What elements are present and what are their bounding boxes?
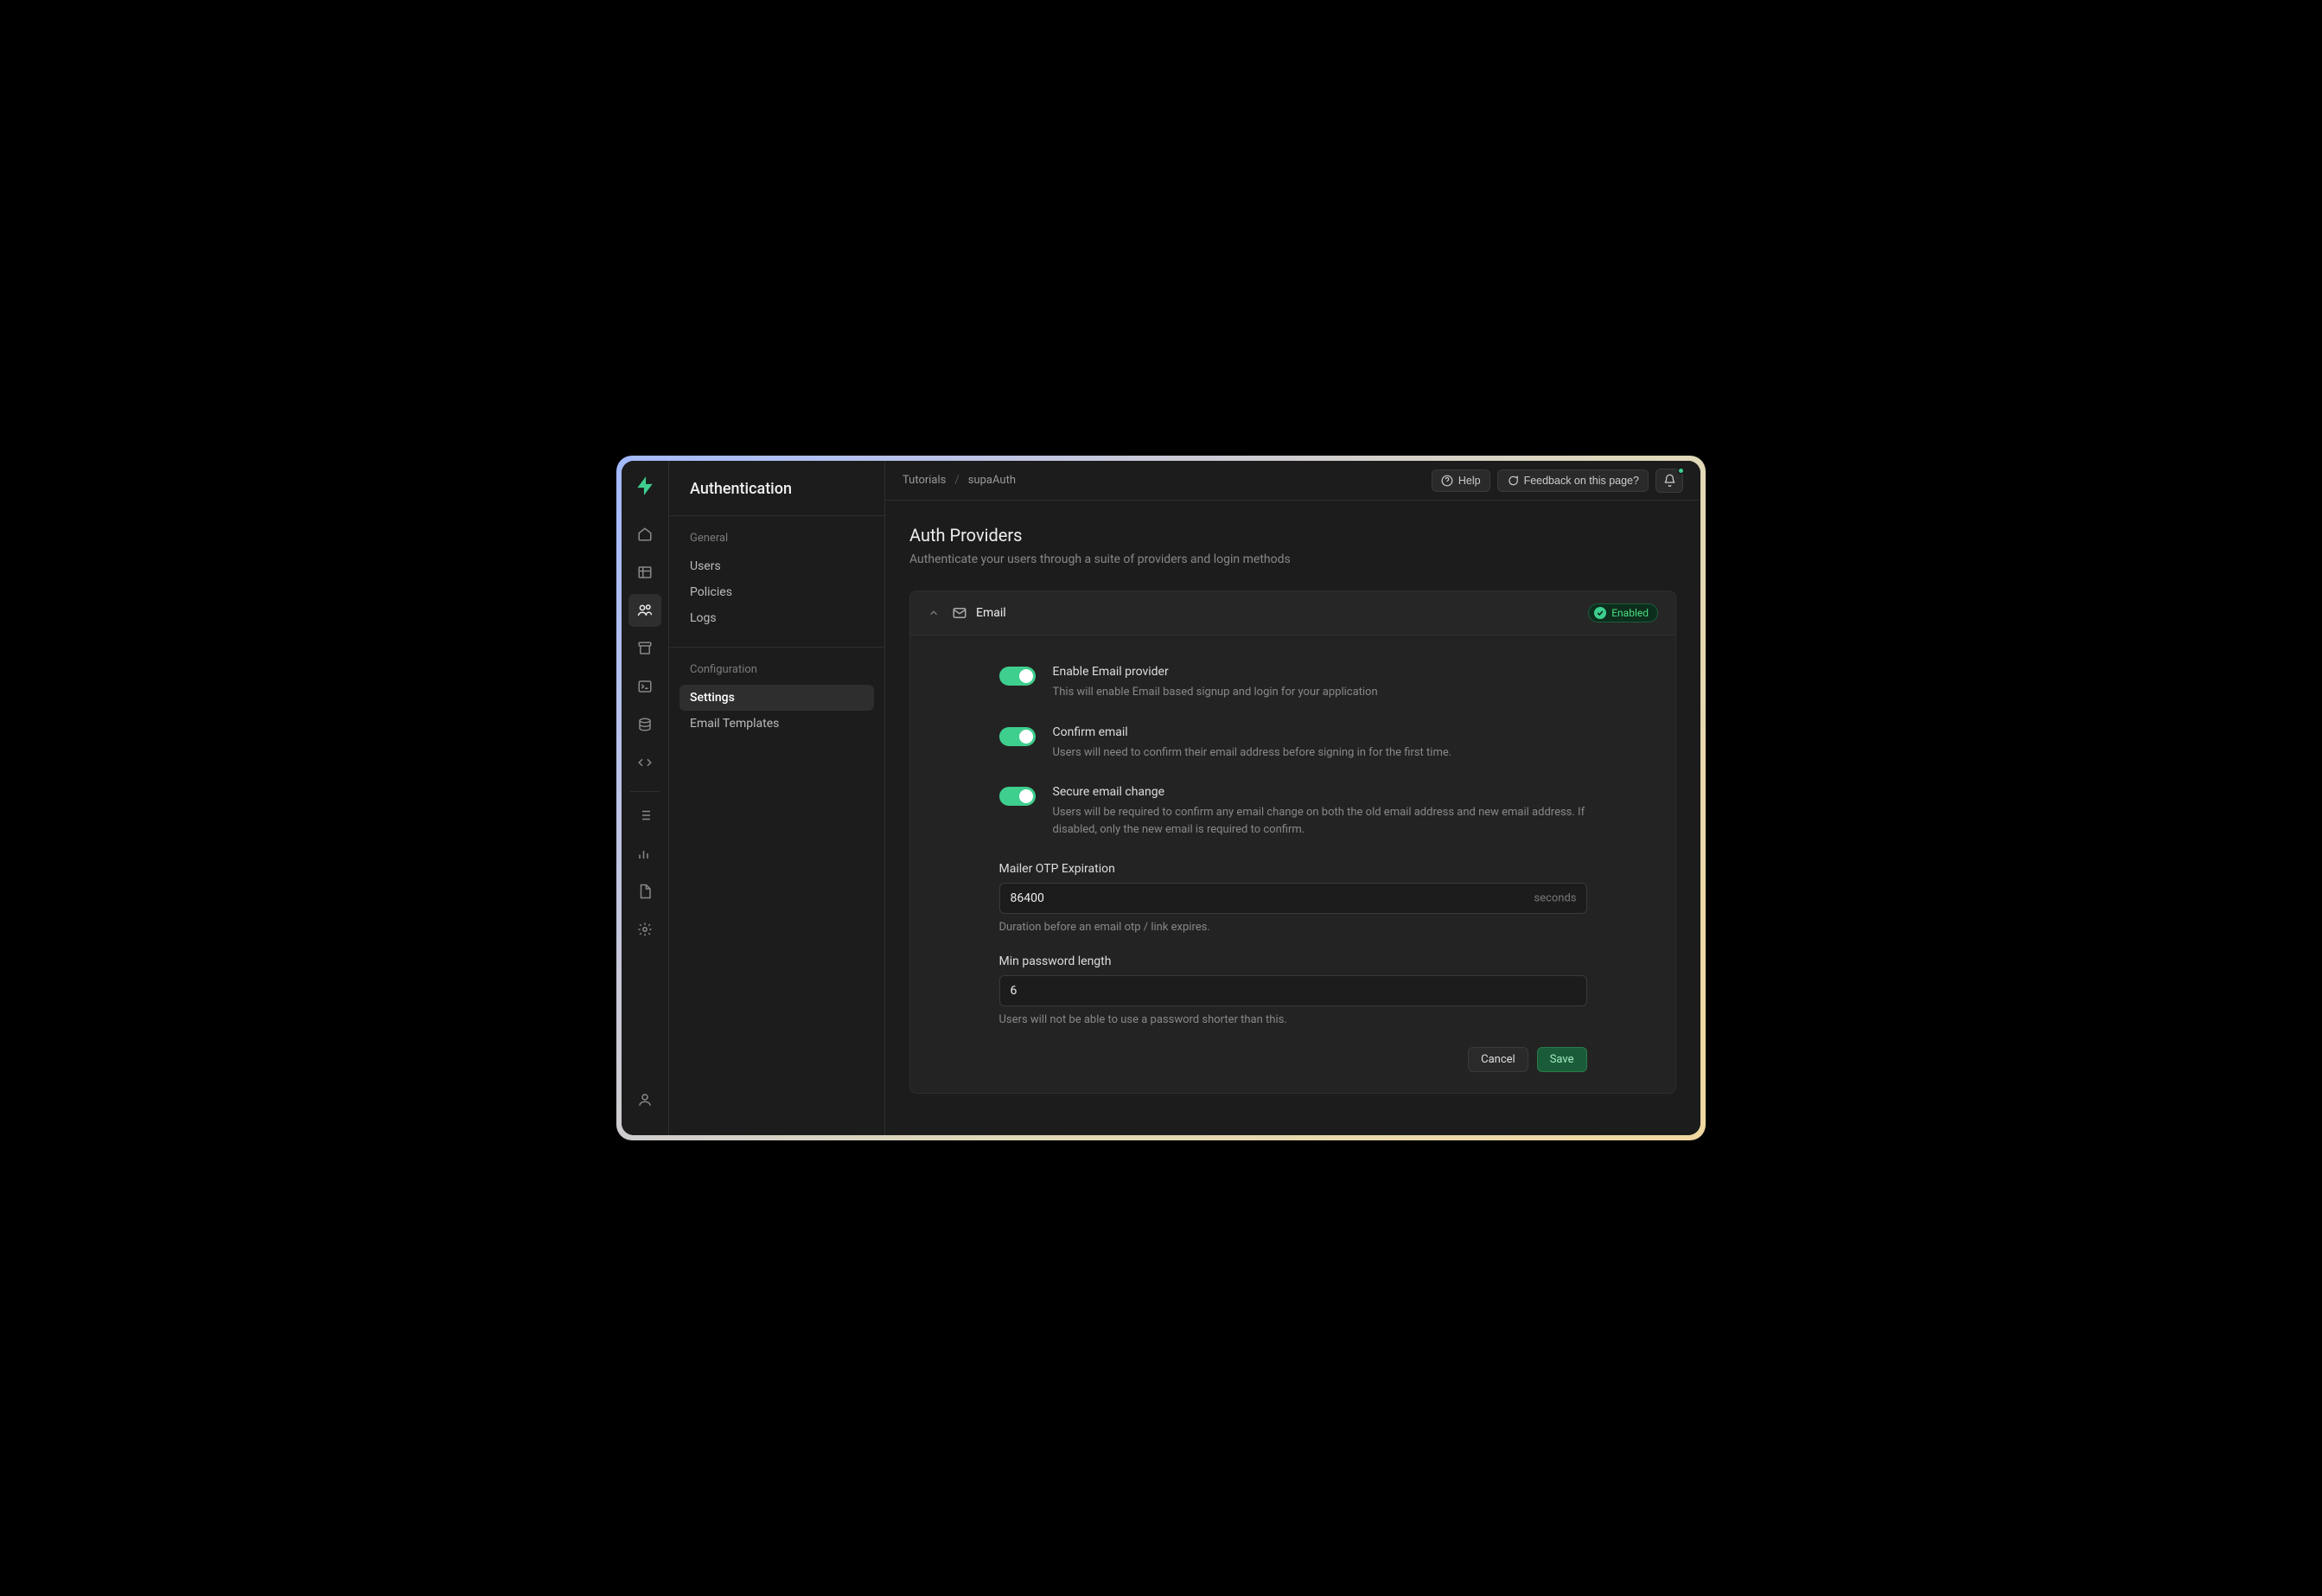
secure-change-label: Secure email change [1053,785,1587,799]
breadcrumb-root[interactable]: Tutorials [903,474,946,487]
minpass-input[interactable] [999,975,1587,1006]
nav-storage-icon[interactable] [628,632,661,665]
nav-account-icon[interactable] [628,1083,661,1116]
status-badge: Enabled [1588,603,1658,622]
minpass-hint: Users will not be able to use a password… [999,1013,1587,1026]
page-title: Auth Providers [909,525,1676,546]
otp-suffix: seconds [1534,892,1576,905]
email-icon [952,605,967,621]
help-icon [1441,475,1453,487]
bell-icon [1663,474,1676,487]
cancel-button[interactable]: Cancel [1468,1047,1528,1072]
otp-input[interactable] [999,883,1587,914]
sidebar: Authentication General Users Policies Lo… [669,461,885,1135]
confirm-email-desc: Users will need to confirm their email a… [1053,744,1452,762]
provider-header[interactable]: Email Enabled [910,591,1675,635]
enable-email-desc: This will enable Email based signup and … [1053,684,1378,701]
breadcrumb: Tutorials / supaAuth [903,474,1016,487]
nav-auth-icon[interactable] [628,594,661,627]
enable-email-label: Enable Email provider [1053,665,1378,679]
nav-code-icon[interactable] [628,746,661,779]
notification-dot [1677,467,1685,475]
secure-change-desc: Users will be required to confirm any em… [1053,804,1587,838]
nav-settings-icon[interactable] [628,913,661,946]
chevron-up-icon [928,607,940,619]
nav-home-icon[interactable] [628,518,661,551]
sidebar-section-config: Configuration [669,648,884,681]
sidebar-section-general: General [669,516,884,550]
nav-terminal-icon[interactable] [628,670,661,703]
sidebar-item-policies[interactable]: Policies [679,579,874,605]
toggle-enable-email[interactable] [999,667,1036,686]
chat-icon [1507,475,1519,487]
sidebar-item-settings[interactable]: Settings [679,685,874,711]
otp-hint: Duration before an email otp / link expi… [999,921,1587,934]
toggle-confirm-email[interactable] [999,727,1036,746]
nav-reports-icon[interactable] [628,837,661,870]
logo-icon[interactable] [634,475,656,497]
provider-panel: Email Enabled Enab [909,591,1676,1094]
sidebar-item-logs[interactable]: Logs [679,605,874,631]
save-button[interactable]: Save [1537,1047,1587,1072]
icon-rail [622,461,669,1135]
nav-docs-icon[interactable] [628,875,661,908]
notifications-button[interactable] [1655,469,1683,493]
sidebar-title: Authentication [669,461,884,516]
sidebar-item-users[interactable]: Users [679,553,874,579]
provider-name: Email [976,606,1006,620]
nav-table-icon[interactable] [628,556,661,589]
breadcrumb-current[interactable]: supaAuth [968,474,1016,487]
otp-label: Mailer OTP Expiration [999,862,1587,876]
toggle-secure-change[interactable] [999,787,1036,806]
nav-database-icon[interactable] [628,708,661,741]
topbar: Tutorials / supaAuth Help Feedback on th… [885,461,1700,501]
feedback-button[interactable]: Feedback on this page? [1497,469,1649,492]
sidebar-item-email-templates[interactable]: Email Templates [679,711,874,737]
minpass-label: Min password length [999,954,1587,968]
page-subtitle: Authenticate your users through a suite … [909,552,1676,566]
breadcrumb-sep: / [954,474,959,487]
help-button[interactable]: Help [1432,469,1490,492]
check-icon [1594,607,1606,619]
confirm-email-label: Confirm email [1053,725,1452,739]
nav-list-icon[interactable] [628,799,661,832]
